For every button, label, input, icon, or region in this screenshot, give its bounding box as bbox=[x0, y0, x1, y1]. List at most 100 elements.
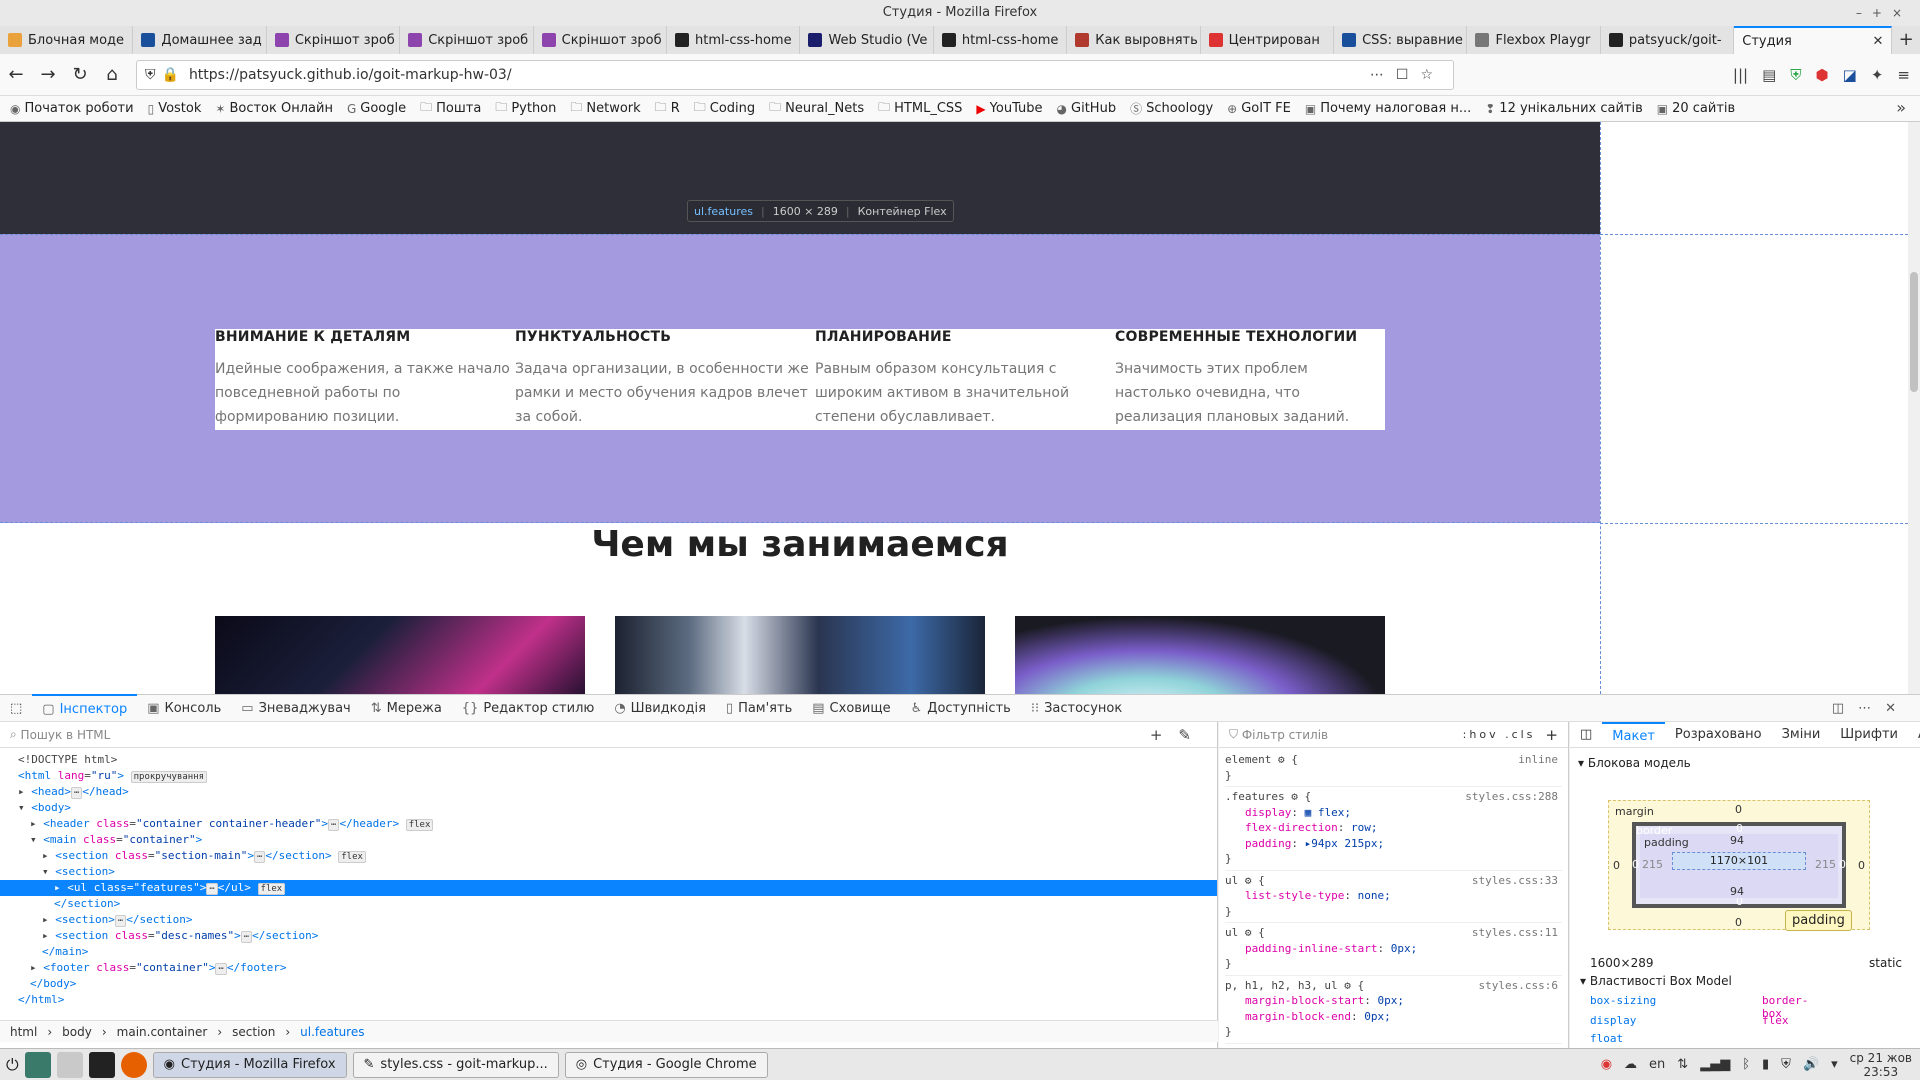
forward-icon[interactable]: → bbox=[32, 64, 64, 85]
breadcrumb-item[interactable]: body bbox=[62, 1025, 92, 1039]
menu-icon[interactable]: ≡ bbox=[1897, 66, 1910, 84]
shield-extension-icon[interactable]: ⛨ bbox=[1790, 66, 1801, 84]
tree-node[interactable]: ▸ <section class="section-main"> ⋯ </secti… bbox=[0, 848, 1217, 864]
tree-node[interactable]: ▾ <main class="container"> bbox=[0, 832, 1217, 848]
browser-tab[interactable]: Скріншот зроб bbox=[267, 26, 401, 54]
tree-node[interactable]: ▸ <footer class="container"> ⋯ </footer> bbox=[0, 960, 1217, 976]
bookmark-item[interactable]: ▶ YouTube bbox=[976, 101, 1042, 116]
tree-node[interactable]: <html lang="ru"> прокручування bbox=[0, 768, 1217, 784]
tree-node[interactable]: ▸ <section class="desc-names"> ⋯ </section… bbox=[0, 928, 1217, 944]
layout-tab[interactable]: Зміни bbox=[1772, 722, 1831, 748]
back-icon[interactable]: ← bbox=[0, 64, 32, 85]
devtools-options-icon[interactable]: ◫⋯✕ bbox=[1832, 701, 1910, 716]
margin-right-value[interactable]: 0 bbox=[1858, 859, 1865, 872]
tree-node[interactable]: <!DOCTYPE html> bbox=[0, 752, 1217, 768]
browser-tab[interactable]: patsyuck/goit- bbox=[1601, 26, 1735, 54]
url-bar[interactable]: ⛨ 🔒 https://patsyuck.github.io/goit-mark… bbox=[136, 59, 1454, 90]
margin-left-value[interactable]: 0 bbox=[1613, 859, 1620, 872]
bookmark-item[interactable]: ▣ 20 сайтів bbox=[1657, 101, 1735, 116]
close-tab-icon[interactable]: ✕ bbox=[1872, 34, 1883, 49]
bookmark-item[interactable]: 🗀 Coding bbox=[694, 98, 755, 119]
css-rule[interactable]: p, h1, h2, h3, ul ⚙ {styles.css:6 margin-… bbox=[1225, 976, 1562, 1044]
browser-tab[interactable]: Центрирован bbox=[1201, 26, 1335, 54]
css-rule[interactable]: ul ⚙ {styles.css:11 padding-inline-start:… bbox=[1225, 923, 1562, 976]
adblock-icon[interactable]: ⬢ bbox=[1816, 66, 1829, 84]
bookmark-item[interactable]: ✶ Восток Онлайн bbox=[215, 101, 333, 116]
layout-tab[interactable]: Шрифти bbox=[1830, 722, 1908, 748]
browser-tab[interactable]: Скріншот зроб bbox=[534, 26, 668, 54]
browser-tab[interactable]: html-css-home bbox=[667, 26, 801, 54]
pick-element-icon[interactable]: ⬚ bbox=[0, 694, 32, 722]
volume-icon[interactable]: 🔊 bbox=[1803, 1057, 1819, 1072]
tree-node[interactable]: ▾ <body> bbox=[0, 800, 1217, 816]
add-node-icon[interactable]: +✎ bbox=[1150, 726, 1207, 744]
extension-icon[interactable]: ◪ bbox=[1843, 66, 1857, 84]
tree-node[interactable]: ▸ <header class="container container-hea… bbox=[0, 816, 1217, 832]
bluetooth-icon[interactable]: ᛒ bbox=[1742, 1057, 1750, 1072]
tree-node[interactable]: </html> bbox=[0, 992, 1217, 1008]
tab-active[interactable]: Студия ✕ bbox=[1734, 26, 1893, 54]
tree-node[interactable]: </main> bbox=[0, 944, 1217, 960]
html-search-input[interactable]: Пошук в HTML bbox=[21, 728, 111, 742]
devtools-tab[interactable]: ♿ Доступність bbox=[901, 694, 1021, 722]
reload-icon[interactable]: ↻ bbox=[64, 64, 96, 85]
library-icon[interactable]: ||| bbox=[1733, 66, 1748, 84]
border-left-value[interactable]: 0 bbox=[1632, 858, 1639, 871]
power-icon[interactable]: ⏻ bbox=[6, 1055, 19, 1075]
bookmark-item[interactable]: ◉ Початок роботи bbox=[10, 101, 134, 116]
breadcrumb-item[interactable]: html bbox=[10, 1025, 37, 1039]
box-model-content[interactable]: 1170×101 bbox=[1672, 852, 1806, 870]
browser-tab[interactable]: Flexbox Playgr bbox=[1467, 26, 1601, 54]
bookmark-item[interactable]: ❢ 12 унікальних сайтів bbox=[1485, 101, 1643, 116]
breadcrumb-item[interactable]: ul.features bbox=[300, 1025, 364, 1039]
battery-icon[interactable]: ▮ bbox=[1762, 1057, 1769, 1072]
bookmark-item[interactable]: 🗀 Python bbox=[495, 98, 556, 119]
browser-tab[interactable]: Скріншот зроб bbox=[400, 26, 534, 54]
window-controls[interactable]: –+× bbox=[1856, 0, 1912, 26]
padding-bottom-value[interactable]: 94 bbox=[1730, 885, 1744, 898]
devtools-tab[interactable]: ▤ Сховище bbox=[802, 694, 900, 722]
bookmark-item[interactable]: 🗀 Network bbox=[570, 98, 640, 119]
devtools-tab[interactable]: ⇅ Мережа bbox=[361, 694, 452, 722]
bookmark-item[interactable]: ▯ Vostok bbox=[148, 101, 202, 116]
pseudo-class-toggles[interactable]: :hov .cls bbox=[1463, 728, 1536, 741]
weather-icon[interactable]: ☁ bbox=[1624, 1057, 1637, 1072]
taskbar-window[interactable]: ✎ styles.css - goit-markup... bbox=[352, 1051, 559, 1078]
devtools-tab[interactable]: ◔ Швидкодія bbox=[604, 694, 716, 722]
toggle-sidebar-icon[interactable]: ◫ bbox=[1570, 722, 1602, 748]
bookmark-item[interactable]: 🗀 R bbox=[655, 98, 680, 119]
bookmark-item[interactable]: ⊕ GoIT FE bbox=[1227, 101, 1291, 116]
devtools-tab[interactable]: ▯ Пам'ять bbox=[716, 694, 802, 722]
puzzle-icon[interactable]: ✦ bbox=[1871, 66, 1884, 84]
add-rule-icon[interactable]: + bbox=[1545, 726, 1558, 744]
browser-tab[interactable]: Web Studio (Ve bbox=[800, 26, 934, 54]
styles-filter-input[interactable]: Фільтр стилів bbox=[1242, 728, 1328, 742]
signal-icon[interactable]: ▂▄▆ bbox=[1700, 1057, 1730, 1072]
devtools-tab[interactable]: ▣ Консоль bbox=[137, 694, 231, 722]
bookmarks-overflow-icon[interactable]: » bbox=[1896, 98, 1906, 117]
browser-tab[interactable]: Как выровнять bbox=[1067, 26, 1201, 54]
page-scrollbar-thumb[interactable] bbox=[1910, 272, 1918, 392]
browser-tab[interactable]: html-css-home bbox=[934, 26, 1068, 54]
network-icon[interactable]: ⇅ bbox=[1677, 1057, 1688, 1072]
layout-tab[interactable]: Розраховано bbox=[1665, 722, 1772, 748]
browser-tab[interactable]: Домашнее зад bbox=[133, 26, 267, 54]
browser-tab[interactable]: Блочная моде bbox=[0, 26, 134, 54]
tree-node[interactable]: ▸ <head> ⋯ </head> bbox=[0, 784, 1217, 800]
margin-bottom-value[interactable]: 0 bbox=[1735, 916, 1742, 929]
box-model-header[interactable]: ▾ Блокова модель bbox=[1570, 748, 1920, 770]
bookmark-item[interactable]: Ⓢ Schoology bbox=[1130, 100, 1213, 117]
lock-icon[interactable]: 🔒 bbox=[162, 67, 179, 83]
bookmark-item[interactable]: 🗀 Пошта bbox=[420, 98, 481, 119]
styles-filter-bar[interactable]: ⛉ Фільтр стилів :hov .cls + bbox=[1219, 722, 1568, 748]
margin-top-value[interactable]: 0 bbox=[1735, 803, 1742, 816]
padding-top-value[interactable]: 94 bbox=[1730, 834, 1744, 847]
tree-node[interactable]: </body> bbox=[0, 976, 1217, 992]
breadcrumb-item[interactable]: main.container bbox=[117, 1025, 208, 1039]
shield-tray-icon[interactable]: ⛨ bbox=[1781, 1057, 1791, 1072]
terminal-icon[interactable] bbox=[88, 1051, 115, 1078]
bookmark-item[interactable]: 🗀 Neural_Nets bbox=[769, 98, 864, 119]
devtools-tab[interactable]: ⁝⁝ Застосунок bbox=[1021, 694, 1132, 722]
tree-node-selected[interactable]: ▸ <ul class="features"> ⋯ </ul> flex bbox=[0, 880, 1217, 896]
files-icon[interactable] bbox=[56, 1051, 83, 1078]
